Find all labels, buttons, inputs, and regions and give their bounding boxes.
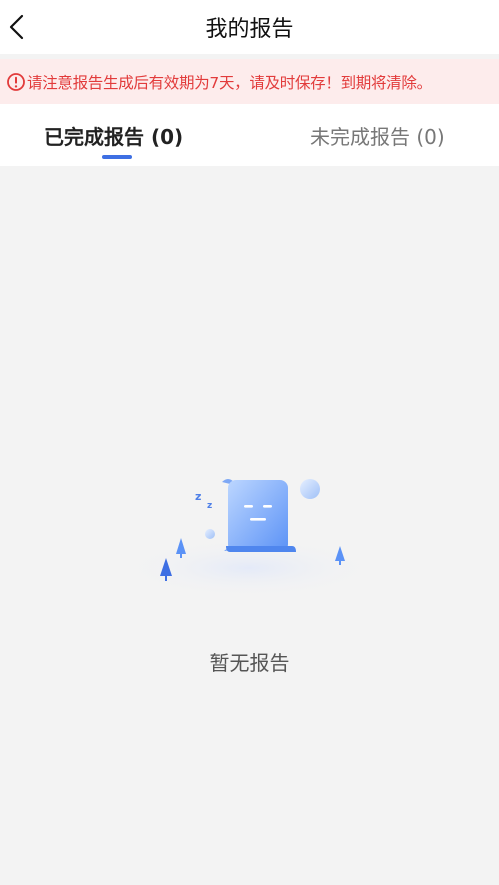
top-nav-bar: 我的报告 bbox=[0, 0, 499, 54]
tab-completed-reports[interactable]: 已完成报告 (0) bbox=[44, 121, 183, 150]
svg-text:z: z bbox=[195, 490, 201, 503]
svg-text:z: z bbox=[207, 501, 212, 511]
notice-text: 请注意报告生成后有效期为7天，请及时保存！到期将清除。 bbox=[27, 73, 432, 92]
page-title: 我的报告 bbox=[205, 17, 294, 42]
report-tabs: 已完成报告 (0) 未完成报告 (0) bbox=[0, 104, 499, 166]
expiry-notice-banner: 请注意报告生成后有效期为7天，请及时保存！到期将清除。 bbox=[0, 59, 499, 104]
alert-circle-icon bbox=[7, 72, 25, 91]
active-tab-indicator bbox=[102, 155, 132, 159]
tab-incomplete-reports[interactable]: 未完成报告 (0) bbox=[310, 121, 445, 150]
empty-state-text: 暂无报告 bbox=[209, 651, 290, 675]
sleeping-document-icon: z z bbox=[121, 479, 377, 598]
